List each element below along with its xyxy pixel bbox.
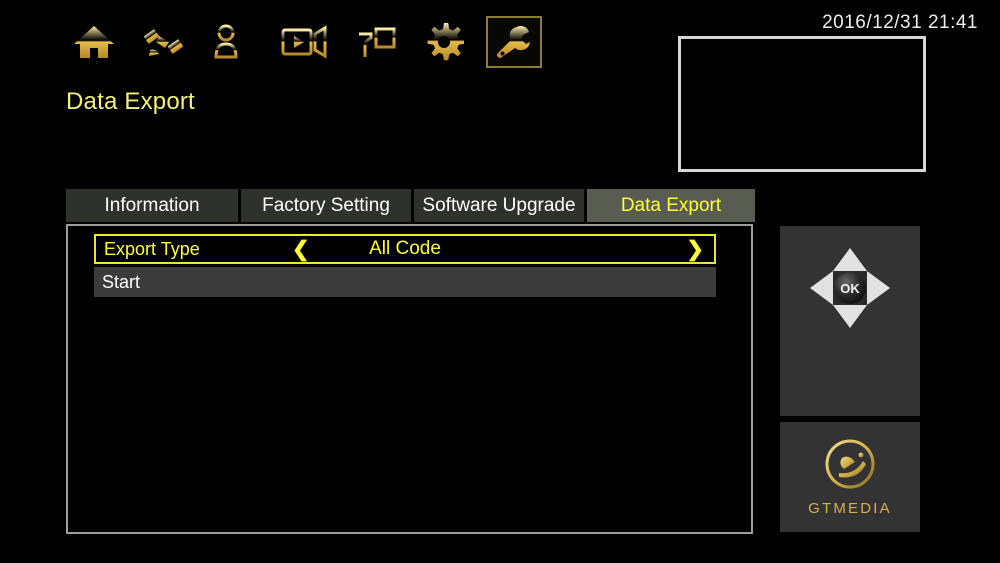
tv-settings-screen: Data Export 2016/12/31 21:41 Information… [0, 0, 1000, 563]
content-panel: Export Type ❮ All Code ❯ Start [66, 224, 753, 534]
svg-text:OK: OK [840, 281, 860, 296]
export-type-label: Export Type [104, 238, 200, 259]
main-nav-iconbar [66, 16, 542, 68]
video-camera-icon [281, 25, 327, 59]
settings-list: Export Type ❮ All Code ❯ Start [94, 234, 716, 297]
dpad-panel: OK [780, 226, 920, 416]
wrench-icon [496, 24, 532, 60]
brand-logo-text: GTMEDIA [808, 500, 892, 517]
tab-factory-setting[interactable]: Factory Setting [241, 189, 411, 222]
chevron-right-icon[interactable]: ❯ [686, 239, 704, 260]
media-player-icon [352, 23, 396, 61]
clock-datetime: 2016/12/31 21:41 [822, 12, 978, 33]
start-label: Start [102, 271, 141, 292]
video-preview-box [678, 36, 926, 172]
home-icon [73, 23, 115, 61]
page-title: Data Export [66, 88, 195, 115]
nav-icon-video-camera[interactable] [276, 16, 332, 68]
tab-information[interactable]: Information [66, 189, 238, 222]
chevron-left-icon[interactable]: ❮ [292, 239, 310, 260]
nav-icon-settings[interactable] [416, 16, 472, 68]
tab-bar: Information Factory Setting Software Upg… [66, 189, 755, 222]
channel-list-icon [212, 22, 256, 62]
nav-icon-satellite[interactable] [136, 16, 192, 68]
list-item-start[interactable]: Start [94, 267, 716, 297]
tab-software-upgrade[interactable]: Software Upgrade [414, 189, 584, 222]
tab-data-export[interactable]: Data Export [587, 189, 755, 222]
gear-icon [424, 22, 464, 62]
satellite-dish-logo-icon [823, 437, 877, 496]
brand-logo-panel: GTMEDIA [780, 422, 920, 532]
nav-icon-channel-list[interactable] [206, 16, 262, 68]
nav-icon-home[interactable] [66, 16, 122, 68]
nav-icon-tools[interactable] [486, 16, 542, 68]
dpad-control[interactable]: OK [807, 245, 893, 331]
satellite-icon [143, 22, 185, 62]
nav-icon-media-player[interactable] [346, 16, 402, 68]
list-item-export-type[interactable]: Export Type ❮ All Code ❯ [94, 234, 716, 264]
